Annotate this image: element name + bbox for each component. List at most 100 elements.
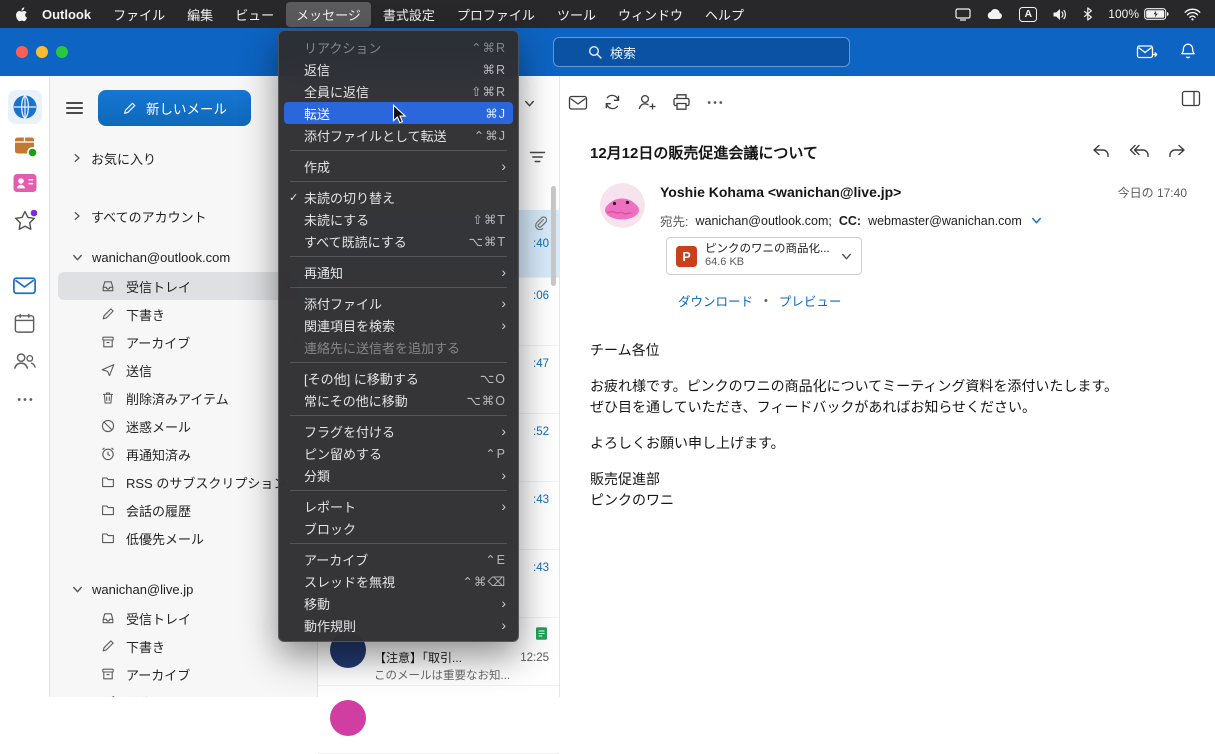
toolbar-print-button[interactable] xyxy=(672,93,691,111)
toolbar-mail-status-button[interactable] xyxy=(568,94,588,111)
wifi-icon[interactable] xyxy=(1184,8,1201,21)
favorites-group[interactable]: お気に入り xyxy=(50,144,317,172)
scrollbar[interactable] xyxy=(551,186,556,286)
toolbar-more-button[interactable] xyxy=(706,100,724,105)
new-mail-button[interactable]: 新しいメール xyxy=(98,90,251,126)
menubar-item-0[interactable]: Outlook xyxy=(32,4,101,25)
menu-item-2-2[interactable]: すべて既読にする ⌥⌘T xyxy=(284,230,513,252)
battery-indicator[interactable]: 100% xyxy=(1108,7,1169,21)
menu-item-label: すべて既読にする xyxy=(304,234,407,250)
apple-icon[interactable] xyxy=(14,6,28,23)
menu-item-7-0[interactable]: レポート › xyxy=(284,495,513,517)
zoom-window-button[interactable] xyxy=(56,46,68,58)
folder-item-1-3[interactable]: 送信 xyxy=(58,688,309,697)
folder-item-1-2[interactable]: アーカイブ xyxy=(58,660,309,688)
account-header-0[interactable]: wanichan@outlook.com xyxy=(50,242,317,272)
chevron-down-icon[interactable] xyxy=(524,98,535,109)
bluetooth-icon[interactable] xyxy=(1083,7,1093,21)
cloud-icon[interactable] xyxy=(986,8,1004,20)
menubar-item-1[interactable]: ファイル xyxy=(103,2,175,27)
folder-item-0-9[interactable]: 低優先メール xyxy=(58,524,309,552)
menu-item-0-2[interactable]: 全員に返信 ⇧⌘R xyxy=(284,80,513,102)
menubar-item-9[interactable]: ヘルプ xyxy=(695,2,754,27)
menu-item-2-1[interactable]: 未読にする ⇧⌘T xyxy=(284,208,513,230)
display-icon[interactable] xyxy=(955,7,971,21)
menubar-item-4[interactable]: メッセージ xyxy=(286,1,371,27)
toolbar-add-contact-button[interactable] xyxy=(637,93,657,111)
rail-package-button[interactable] xyxy=(8,128,42,162)
toolbar-sync-button[interactable] xyxy=(603,93,622,111)
close-window-button[interactable] xyxy=(16,46,28,58)
menu-item-6-0[interactable]: フラグを付ける › xyxy=(284,420,513,442)
menubar-item-2[interactable]: 編集 xyxy=(177,2,223,27)
checkmark-icon: ✓ xyxy=(289,191,299,204)
menu-item-4-1[interactable]: 関連項目を検索 › xyxy=(284,314,513,336)
rail-apps-button[interactable] xyxy=(7,90,42,124)
menu-item-2-0[interactable]: ✓ 未読の切り替え xyxy=(284,186,513,208)
search-input[interactable]: 検索 xyxy=(553,37,850,67)
menu-item-0-1[interactable]: 返信 ⌘R xyxy=(284,58,513,80)
menu-item-5-1[interactable]: 常にその他に移動 ⌥⌘O xyxy=(284,389,513,411)
sender-avatar[interactable] xyxy=(600,183,645,228)
menu-item-5-0[interactable]: [その他] に移動する ⌥O xyxy=(284,367,513,389)
account-header-1[interactable]: wanichan@live.jp xyxy=(50,574,317,604)
forward-button[interactable] xyxy=(1167,142,1187,159)
titlebar: 検索 xyxy=(0,28,1215,76)
folder-item-0-4[interactable]: 削除済みアイテム xyxy=(58,384,309,412)
menu-item-6-1[interactable]: ピン留めする ⌃P xyxy=(284,442,513,464)
message-item-7[interactable] xyxy=(318,686,559,754)
menu-item-0-0: リアクション ⌃⌘R xyxy=(284,36,513,58)
menu-item-6-2[interactable]: 分類 › xyxy=(284,464,513,486)
rail-people-button[interactable] xyxy=(8,344,42,378)
attachment-card[interactable]: P ピンクのワニの商品化... 64.6 KB xyxy=(666,237,862,275)
folder-item-0-5[interactable]: 迷惑メール xyxy=(58,412,309,440)
rail-more-button[interactable] xyxy=(8,382,42,416)
folder-item-1-1[interactable]: 下書き xyxy=(58,632,309,660)
menu-item-3-0[interactable]: 再通知 › xyxy=(284,261,513,283)
preview-link[interactable]: プレビュー xyxy=(779,291,842,310)
menubar-item-7[interactable]: ツール xyxy=(547,2,606,27)
rail-star-button[interactable] xyxy=(8,204,42,238)
rail-contact-card-button[interactable] xyxy=(8,166,42,200)
send-receive-icon[interactable] xyxy=(1136,43,1159,61)
rail-mail-button[interactable] xyxy=(8,268,42,302)
menu-item-8-2[interactable]: 移動 › xyxy=(284,592,513,614)
input-source-icon[interactable]: A xyxy=(1019,6,1038,22)
folder-item-0-1[interactable]: 下書き xyxy=(58,300,309,328)
menu-item-4-0[interactable]: 添付ファイル › xyxy=(284,292,513,314)
volume-icon[interactable] xyxy=(1052,8,1068,21)
reading-panel-icon[interactable] xyxy=(1181,90,1201,107)
minimize-window-button[interactable] xyxy=(36,46,48,58)
folder-item-0-7[interactable]: RSS のサブスクリプション xyxy=(58,468,309,496)
filter-icon[interactable] xyxy=(529,150,546,164)
menu-item-8-1[interactable]: スレッドを無視 ⌃⌘⌫ xyxy=(284,570,513,592)
message-time: :06 xyxy=(533,290,549,302)
chevron-down-icon[interactable] xyxy=(841,251,852,262)
menu-item-8-3[interactable]: 動作規則 › xyxy=(284,614,513,636)
reply-all-button[interactable] xyxy=(1128,142,1150,159)
folder-item-0-8[interactable]: 会話の履歴 xyxy=(58,496,309,524)
menu-item-8-0[interactable]: アーカイブ ⌃E xyxy=(284,548,513,570)
menubar-item-6[interactable]: プロファイル xyxy=(447,2,545,27)
menu-item-label: 添付ファイル xyxy=(304,296,383,312)
chevron-down-icon[interactable] xyxy=(1031,215,1042,226)
notifications-icon[interactable] xyxy=(1179,42,1197,61)
rail-calendar-button[interactable] xyxy=(8,306,42,340)
folder-item-0-3[interactable]: 送信 xyxy=(58,356,309,384)
menu-item-1-0[interactable]: 作成 › xyxy=(284,155,513,177)
menu-item-0-4[interactable]: 添付ファイルとして転送 ⌃⌘J xyxy=(284,124,513,146)
download-link[interactable]: ダウンロード xyxy=(678,291,753,310)
folder-item-0-2[interactable]: アーカイブ5 xyxy=(58,328,309,356)
menubar-item-3[interactable]: ビュー xyxy=(225,2,284,27)
hamburger-icon[interactable] xyxy=(66,101,83,115)
reply-button[interactable] xyxy=(1091,142,1111,159)
submenu-arrow-icon: › xyxy=(501,317,506,333)
menu-item-7-1[interactable]: ブロック xyxy=(284,517,513,539)
all-accounts-group[interactable]: すべてのアカウント xyxy=(50,202,317,230)
menubar-item-8[interactable]: ウィンドウ xyxy=(608,2,693,27)
menubar-item-5[interactable]: 書式設定 xyxy=(373,2,445,27)
menu-separator xyxy=(290,490,507,491)
folder-item-0-0[interactable]: 受信トレイ94 xyxy=(58,272,309,300)
folder-item-1-0[interactable]: 受信トレイ xyxy=(58,604,309,632)
folder-item-0-6[interactable]: 再通知済み xyxy=(58,440,309,468)
